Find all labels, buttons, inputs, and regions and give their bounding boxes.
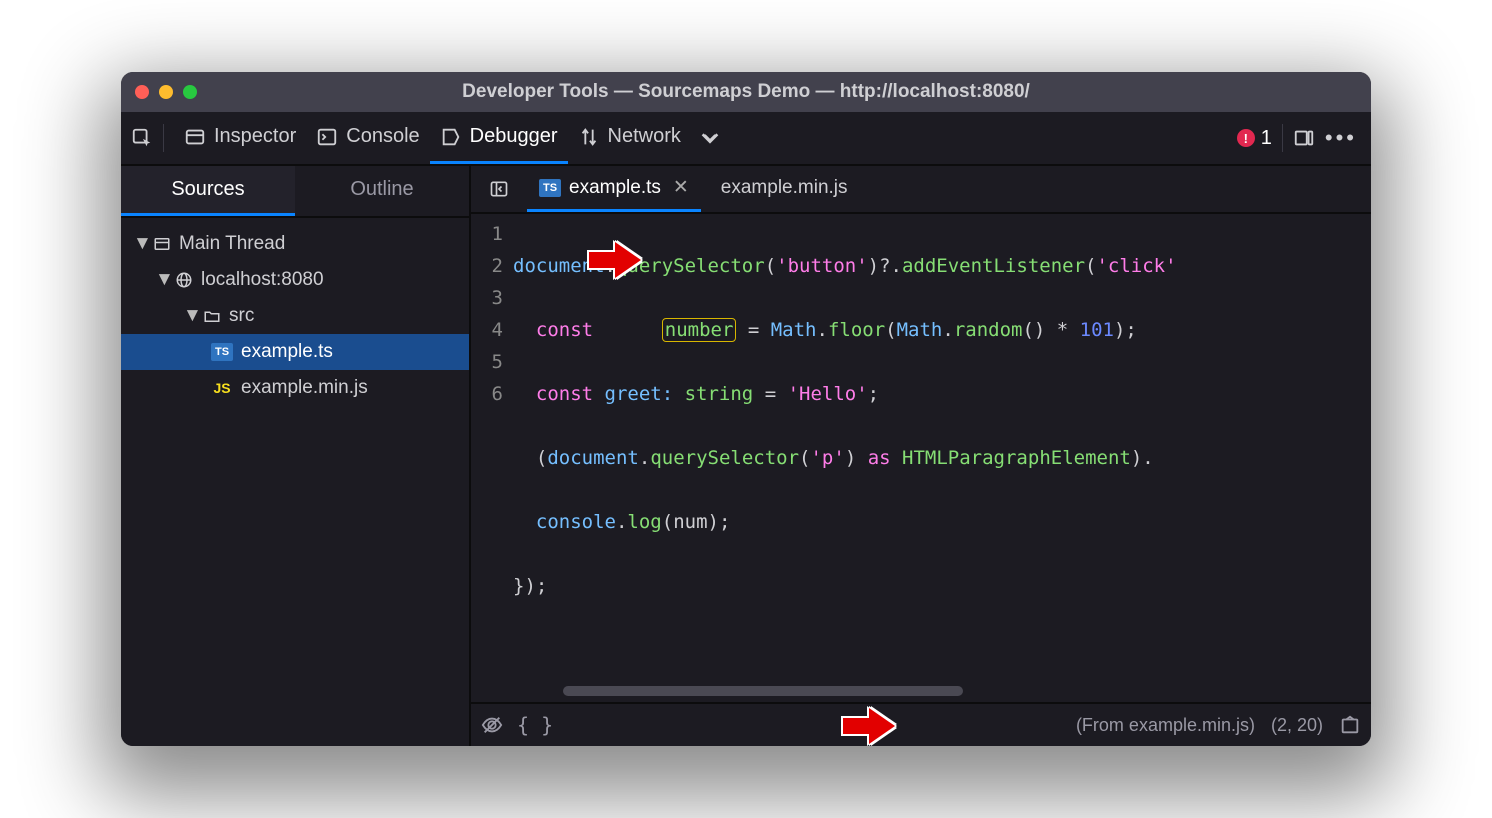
globe-icon [175,271,193,289]
tab-console[interactable]: Console [306,112,429,164]
tab-inspector-label: Inspector [214,125,296,148]
caret-down-icon: ▼ [155,269,167,291]
debugger-body: Sources Outline ▼ Main Thread ▼ localhos… [121,166,1371,746]
sidebar-tabs: Sources Outline [121,166,469,218]
minimize-window-button[interactable] [159,85,173,99]
window-controls [135,85,197,99]
sidebar-tab-outline[interactable]: Outline [295,166,469,216]
tab-debugger[interactable]: Debugger [430,112,568,164]
js-file-icon: JS [211,379,233,397]
tree-main-thread[interactable]: ▼ Main Thread [121,226,469,262]
close-window-button[interactable] [135,85,149,99]
dock-icon[interactable] [1293,127,1315,149]
sources-sidebar: Sources Outline ▼ Main Thread ▼ localhos… [121,166,471,746]
kebab-menu-icon[interactable]: ••• [1325,125,1361,151]
tree-folder-src[interactable]: ▼ src [121,298,469,334]
titlebar: Developer Tools — Sourcemaps Demo — http… [121,72,1371,112]
more-tabs-icon[interactable] [699,127,721,149]
pick-element-icon[interactable] [131,127,153,149]
tab-network[interactable]: Network [568,112,691,164]
ts-file-icon: TS [211,343,233,361]
map-scopes-icon[interactable] [1339,714,1361,736]
ts-file-icon: TS [539,179,561,197]
caret-down-icon: ▼ [133,233,145,255]
console-icon [316,126,338,148]
type-highlight-number: number [662,318,737,342]
cursor-position: (2, 20) [1271,715,1323,736]
annotation-arrow-icon [841,704,897,746]
tree-file-example-min-js[interactable]: JS example.min.js [121,370,469,406]
editor-footer: { } (From example.min.js) (2, 20) [471,702,1371,746]
tab-debugger-label: Debugger [470,125,558,148]
tree-host[interactable]: ▼ localhost:8080 [121,262,469,298]
pretty-print-icon[interactable]: { } [517,713,553,737]
horizontal-scrollbar[interactable] [563,686,963,696]
error-icon: ! [1237,129,1255,147]
source-tree: ▼ Main Thread ▼ localhost:8080 ▼ src TS … [121,218,469,746]
network-icon [578,126,600,148]
toggle-sidebar-icon[interactable] [479,173,519,205]
folder-icon [203,307,221,325]
blackbox-icon[interactable] [481,714,503,736]
file-tab-example-ts[interactable]: TS example.ts ✕ [527,166,701,212]
window-icon [153,235,171,253]
close-tab-icon[interactable]: ✕ [673,176,689,199]
editor-area: TS example.ts ✕ example.min.js 1 2 3 4 5… [471,166,1371,746]
sourcemap-origin: (From example.min.js) [1076,715,1255,736]
file-tabs: TS example.ts ✕ example.min.js [471,166,1371,214]
error-badge[interactable]: ! 1 [1237,127,1272,150]
devtools-window: Developer Tools — Sourcemaps Demo — http… [121,72,1371,746]
devtools-toolbar: Inspector Console Debugger Network ! 1 •… [121,112,1371,166]
sidebar-tab-sources[interactable]: Sources [121,166,295,216]
inspector-icon [184,126,206,148]
tab-inspector[interactable]: Inspector [174,112,306,164]
file-tab-example-min-js[interactable]: example.min.js [709,166,860,212]
error-count: 1 [1261,127,1272,150]
code-editor[interactable]: 1 2 3 4 5 6 document.querySelector('butt… [471,214,1371,702]
window-title: Developer Tools — Sourcemaps Demo — http… [121,81,1371,103]
tab-console-label: Console [346,125,419,148]
annotation-arrow-icon [587,238,643,292]
tree-file-example-ts[interactable]: TS example.ts [121,334,469,370]
caret-down-icon: ▼ [183,305,195,327]
debugger-icon [440,126,462,148]
line-gutter: 1 2 3 4 5 6 [471,214,513,702]
zoom-window-button[interactable] [183,85,197,99]
tab-network-label: Network [608,125,681,148]
